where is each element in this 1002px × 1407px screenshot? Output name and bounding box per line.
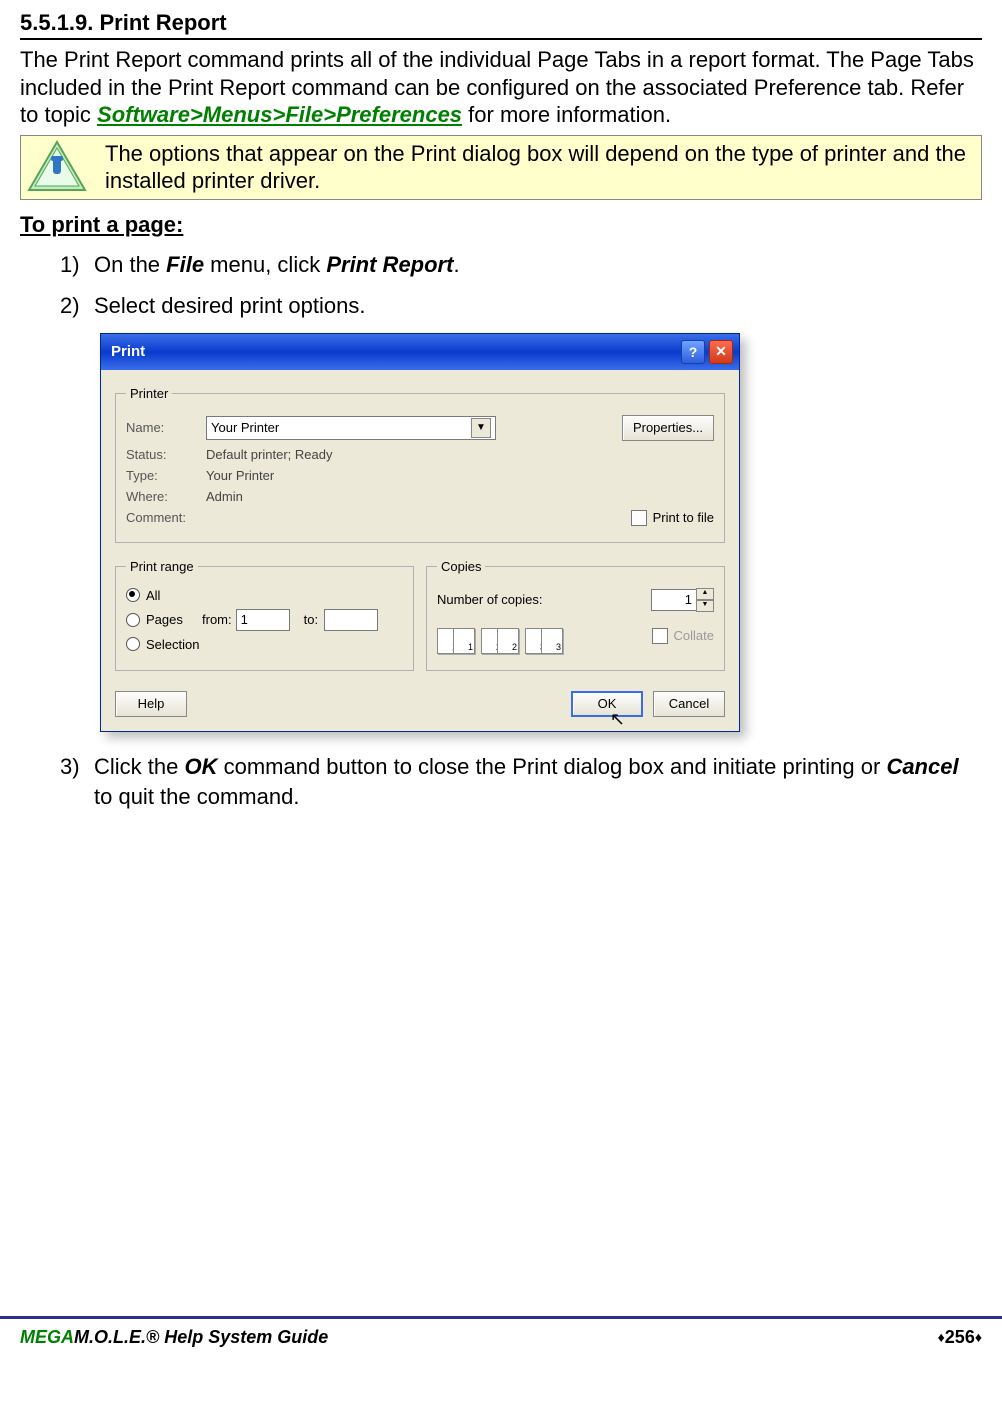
intro-p2: for more information.: [462, 102, 671, 127]
spin-down-icon[interactable]: ▼: [696, 600, 714, 612]
step-1: 1) On the File menu, click Print Report.: [60, 250, 982, 280]
step-2: 2) Select desired print options.: [60, 291, 982, 321]
ok-button[interactable]: OK: [571, 691, 643, 717]
warning-icon: [27, 140, 87, 194]
s1a: On the: [94, 252, 166, 277]
range-to-input[interactable]: [324, 609, 378, 631]
help-icon[interactable]: ?: [681, 340, 705, 364]
printer-group: Printer Name: Your Printer ▼ Properties.…: [115, 386, 725, 543]
note-text: The options that appear on the Print dia…: [105, 140, 975, 195]
name-label: Name:: [126, 420, 206, 435]
printer-name-value: Your Printer: [211, 420, 279, 435]
footer-brand-rest: M.O.L.E.® Help System Guide: [74, 1327, 328, 1347]
status-label: Status:: [126, 447, 206, 462]
steps-list: 1) On the File menu, click Print Report.…: [20, 250, 982, 321]
collate-label: Collate: [674, 628, 714, 643]
step-num: 1): [60, 250, 80, 280]
copies-group: Copies Number of copies: ▲▼ 11 22: [426, 559, 725, 671]
intro-paragraph: The Print Report command prints all of t…: [20, 46, 982, 129]
titlebar[interactable]: Print ? ✕: [101, 334, 739, 370]
range-selection-label: Selection: [146, 637, 199, 652]
range-from-label: from:: [202, 612, 232, 627]
cancel-button[interactable]: Cancel: [653, 691, 725, 717]
properties-button[interactable]: Properties...: [622, 415, 714, 441]
print-dialog: Print ? ✕ Printer Name: Your Printer ▼ P…: [100, 333, 740, 732]
status-value: Default printer; Ready: [206, 447, 332, 462]
print-to-file-label: Print to file: [653, 510, 714, 525]
to-print-heading: To print a page:: [20, 212, 982, 238]
range-legend: Print range: [126, 559, 198, 574]
range-all-radio[interactable]: [126, 588, 140, 602]
where-label: Where:: [126, 489, 206, 504]
footer-page: ♦256♦: [938, 1327, 982, 1348]
s3a: Click the: [94, 754, 184, 779]
help-button[interactable]: Help: [115, 691, 187, 717]
step-3: 3) Click the OK command button to close …: [60, 752, 982, 811]
section-title: 5.5.1.9. Print Report: [20, 10, 982, 36]
s2: Select desired print options.: [94, 293, 366, 318]
dialog-title: Print: [111, 343, 677, 360]
s1b: File: [166, 252, 204, 277]
range-to-label: to:: [304, 612, 318, 627]
s1c: menu, click: [204, 252, 326, 277]
s3b: OK: [184, 754, 217, 779]
range-from-input[interactable]: [236, 609, 290, 631]
step-num: 2): [60, 291, 80, 321]
note-box: The options that appear on the Print dia…: [20, 135, 982, 200]
spin-up-icon[interactable]: ▲: [696, 588, 714, 600]
collate-icons: 11 22 33: [437, 628, 563, 654]
type-value: Your Printer: [206, 468, 274, 483]
page-icon: 1: [453, 628, 475, 654]
rule: [20, 38, 982, 40]
print-range-group: Print range All Pages from: to: Selectio…: [115, 559, 414, 671]
s3c: command button to close the Print dialog…: [217, 754, 886, 779]
step-num: 3): [60, 752, 80, 782]
s1d: Print Report: [326, 252, 453, 277]
where-value: Admin: [206, 489, 243, 504]
range-all-label: All: [146, 588, 160, 603]
page-icon: 2: [497, 628, 519, 654]
range-pages-radio[interactable]: [126, 613, 140, 627]
print-to-file-checkbox[interactable]: [631, 510, 647, 526]
copies-input[interactable]: [651, 589, 697, 611]
range-selection-radio[interactable]: [126, 637, 140, 651]
copies-label: Number of copies:: [437, 592, 651, 607]
s3d: Cancel: [886, 754, 958, 779]
footer-page-number: 256: [945, 1327, 975, 1347]
s1e: .: [453, 252, 459, 277]
collate-checkbox: [652, 628, 668, 644]
printer-legend: Printer: [126, 386, 172, 401]
copies-legend: Copies: [437, 559, 485, 574]
page-icon: 3: [541, 628, 563, 654]
copies-spinner[interactable]: ▲▼: [651, 588, 714, 612]
range-pages-label: Pages: [146, 612, 202, 627]
chevron-down-icon[interactable]: ▼: [471, 418, 491, 438]
page-footer: MEGAM.O.L.E.® Help System Guide ♦256♦: [0, 1316, 1002, 1360]
type-label: Type:: [126, 468, 206, 483]
printer-name-select[interactable]: Your Printer ▼: [206, 416, 496, 440]
comment-label: Comment:: [126, 510, 206, 525]
steps-list-cont: 3) Click the OK command button to close …: [20, 752, 982, 811]
preferences-link[interactable]: Software>Menus>File>Preferences: [97, 102, 462, 127]
s3e: to quit the command.: [94, 784, 299, 809]
footer-brand-prefix: MEGA: [20, 1327, 74, 1347]
close-icon[interactable]: ✕: [709, 340, 733, 364]
